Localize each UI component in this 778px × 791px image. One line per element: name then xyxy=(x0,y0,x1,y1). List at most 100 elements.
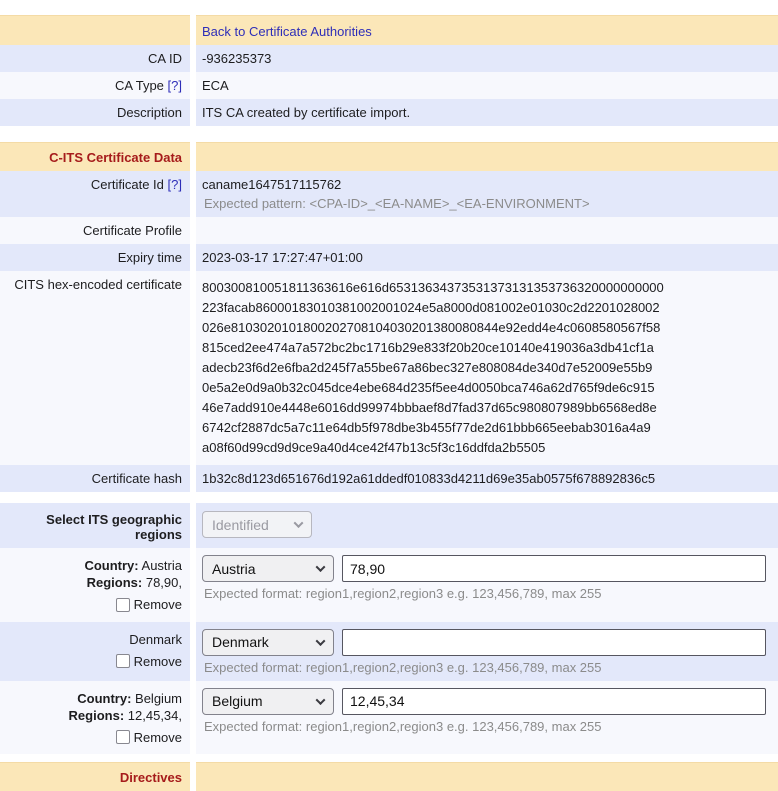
regions-summary-value: 78,90, xyxy=(146,575,182,590)
cits-section-header-row: C-ITS Certificate Data xyxy=(0,142,778,171)
regions-summary-value: 12,45,34, xyxy=(128,708,182,723)
regions-prefix-label: Regions: xyxy=(87,575,143,590)
regions-input-denmark[interactable] xyxy=(342,629,766,656)
hex-line: 46e7add910e4448e6016dd99974bbbaef8d7fad3… xyxy=(202,398,770,418)
country-select-austria[interactable]: Austria xyxy=(202,555,334,582)
region-entry-summary-austria: Country: Austria Regions: 78,90, Remove xyxy=(0,548,190,622)
hex-line: 0e5a2e0d9a0b32c045dce4ebe684d235f5ee4d00… xyxy=(202,378,770,398)
remove-label: Remove xyxy=(134,596,182,613)
remove-label: Remove xyxy=(134,729,182,746)
directives-section-header-row: Directives xyxy=(0,762,778,791)
hex-line: 800300810051811363616e616d65313634373531… xyxy=(202,278,770,298)
remove-checkbox-belgium[interactable] xyxy=(116,730,130,744)
country-select-value: Belgium xyxy=(212,693,263,709)
hex-certificate-label: CITS hex-encoded certificate xyxy=(0,271,190,465)
directives-section-title: Directives xyxy=(0,762,190,791)
ca-type-value: ECA xyxy=(196,72,778,99)
regions-prefix-label: Regions: xyxy=(69,708,125,723)
certificate-profile-label: Certificate Profile xyxy=(0,217,190,244)
country-summary-value: Belgium xyxy=(135,691,182,706)
chevron-down-icon xyxy=(294,518,304,528)
cits-section-title: C-ITS Certificate Data xyxy=(0,142,190,171)
country-prefix-label: Country: xyxy=(77,691,131,706)
country-summary-value: Denmark xyxy=(129,632,182,647)
country-select-value: Denmark xyxy=(212,634,269,650)
region-summary-country: Denmark xyxy=(4,631,182,648)
country-select-belgium[interactable]: Belgium xyxy=(202,688,334,715)
geographic-regions-select-label: Select ITS geographic regions xyxy=(0,503,190,548)
certificate-id-label-text: Certificate Id xyxy=(91,177,164,192)
certificate-hash-label: Certificate hash xyxy=(0,465,190,492)
cits-section-header-value-cell xyxy=(196,142,778,171)
header-row-label-cell xyxy=(0,15,190,45)
region-entry-controls-denmark: Denmark Expected format: region1,region2… xyxy=(196,622,778,681)
region-summary-country: Country: Belgium xyxy=(4,690,182,707)
certificate-hash-row: Certificate hash 1b32c8d123d651676d192a6… xyxy=(0,465,778,492)
country-prefix-label: Country: xyxy=(84,558,138,573)
back-to-certificate-authorities-link[interactable]: Back to Certificate Authorities xyxy=(202,24,372,39)
region-entry-controls-austria: Austria Expected format: region1,region2… xyxy=(196,548,778,622)
geographic-regions-mode-cell: Identified xyxy=(196,503,778,548)
description-label: Description xyxy=(0,99,190,126)
ca-type-help-link[interactable]: [?] xyxy=(168,78,182,93)
hex-line: 223facab86000183010381002001024e5a8000d0… xyxy=(202,298,770,318)
remove-checkbox-austria[interactable] xyxy=(116,598,130,612)
certificate-hash-value: 1b32c8d123d651676d192a61ddedf010833d4211… xyxy=(196,465,778,492)
country-summary-value: Austria xyxy=(142,558,182,573)
regions-format-hint: Expected format: region1,region2,region3… xyxy=(202,586,770,601)
expiry-time-row: Expiry time 2023-03-17 17:27:47+01:00 xyxy=(0,244,778,271)
ca-type-label-text: CA Type xyxy=(115,78,164,93)
remove-checkbox-denmark[interactable] xyxy=(116,654,130,668)
hex-certificate-row: CITS hex-encoded certificate 80030081005… xyxy=(0,271,778,465)
certificate-id-value: caname1647517115762 xyxy=(202,177,770,192)
directives-section-header-value-cell xyxy=(196,762,778,791)
region-entry-controls-belgium: Belgium Expected format: region1,region2… xyxy=(196,681,778,755)
hex-line: 026e810302010180020270810403020138008084… xyxy=(202,318,770,338)
hex-line: a08f60d99cd9d9ce9a40d4ce42f47b13c5f3c16d… xyxy=(202,438,770,458)
region-entry-summary-belgium: Country: Belgium Regions: 12,45,34, Remo… xyxy=(0,681,190,755)
chevron-down-icon xyxy=(316,695,326,705)
regions-format-hint: Expected format: region1,region2,region3… xyxy=(202,719,770,734)
regions-input-belgium[interactable] xyxy=(342,688,766,715)
certificate-id-row: Certificate Id [?] caname1647517115762 E… xyxy=(0,171,778,217)
hex-line: 815ced2ee474a7a572bc2bc1716b29e833f20b20… xyxy=(202,338,770,358)
ca-type-row: CA Type [?] ECA xyxy=(0,72,778,99)
region-entry-row-austria: Country: Austria Regions: 78,90, Remove … xyxy=(0,548,778,622)
hex-line: 6742cf2887dc5a7c11e64db5f978dbe3b455f77d… xyxy=(202,418,770,438)
certificate-id-help-link[interactable]: [?] xyxy=(168,177,182,192)
remove-control-austria: Remove xyxy=(116,596,182,613)
hex-line: adecb23f6d2e6fba2d245f7a55be67a86bec327e… xyxy=(202,358,770,378)
regions-input-austria[interactable] xyxy=(342,555,766,582)
ca-type-label: CA Type [?] xyxy=(0,72,190,99)
country-select-value: Austria xyxy=(212,561,256,577)
expiry-time-value: 2023-03-17 17:27:47+01:00 xyxy=(196,244,778,271)
region-summary-regions: Regions: 12,45,34, xyxy=(4,707,182,724)
geographic-regions-mode-select[interactable]: Identified xyxy=(202,511,312,538)
certificate-id-value-cell: caname1647517115762 Expected pattern: <C… xyxy=(196,171,778,217)
certificate-profile-row: Certificate Profile xyxy=(0,217,778,244)
section-spacer xyxy=(0,754,778,762)
ca-id-value: -936235373 xyxy=(196,45,778,72)
region-summary-regions: Regions: 78,90, xyxy=(4,574,182,591)
certificate-profile-value xyxy=(196,217,778,244)
region-entry-row-belgium: Country: Belgium Regions: 12,45,34, Remo… xyxy=(0,681,778,755)
remove-control-belgium: Remove xyxy=(116,729,182,746)
country-select-denmark[interactable]: Denmark xyxy=(202,629,334,656)
chevron-down-icon xyxy=(316,562,326,572)
chevron-down-icon xyxy=(316,636,326,646)
ca-id-label: CA ID xyxy=(0,45,190,72)
region-entry-row-denmark: Denmark Remove Denmark Expected format: … xyxy=(0,622,778,681)
section-spacer xyxy=(0,126,778,142)
description-row: Description ITS CA created by certificat… xyxy=(0,99,778,126)
ca-id-row: CA ID -936235373 xyxy=(0,45,778,72)
geographic-regions-mode-row: Select ITS geographic regions Identified xyxy=(0,503,778,548)
certificate-id-pattern-hint: Expected pattern: <CPA-ID>_<EA-NAME>_<EA… xyxy=(202,196,770,211)
region-entry-summary-denmark: Denmark Remove xyxy=(0,622,190,681)
section-spacer xyxy=(0,492,778,503)
geographic-regions-mode-value: Identified xyxy=(212,517,269,533)
region-summary-country: Country: Austria xyxy=(4,557,182,574)
description-value: ITS CA created by certificate import. xyxy=(196,99,778,126)
remove-control-denmark: Remove xyxy=(116,653,182,670)
regions-format-hint: Expected format: region1,region2,region3… xyxy=(202,660,770,675)
header-row: Back to Certificate Authorities xyxy=(0,15,778,45)
